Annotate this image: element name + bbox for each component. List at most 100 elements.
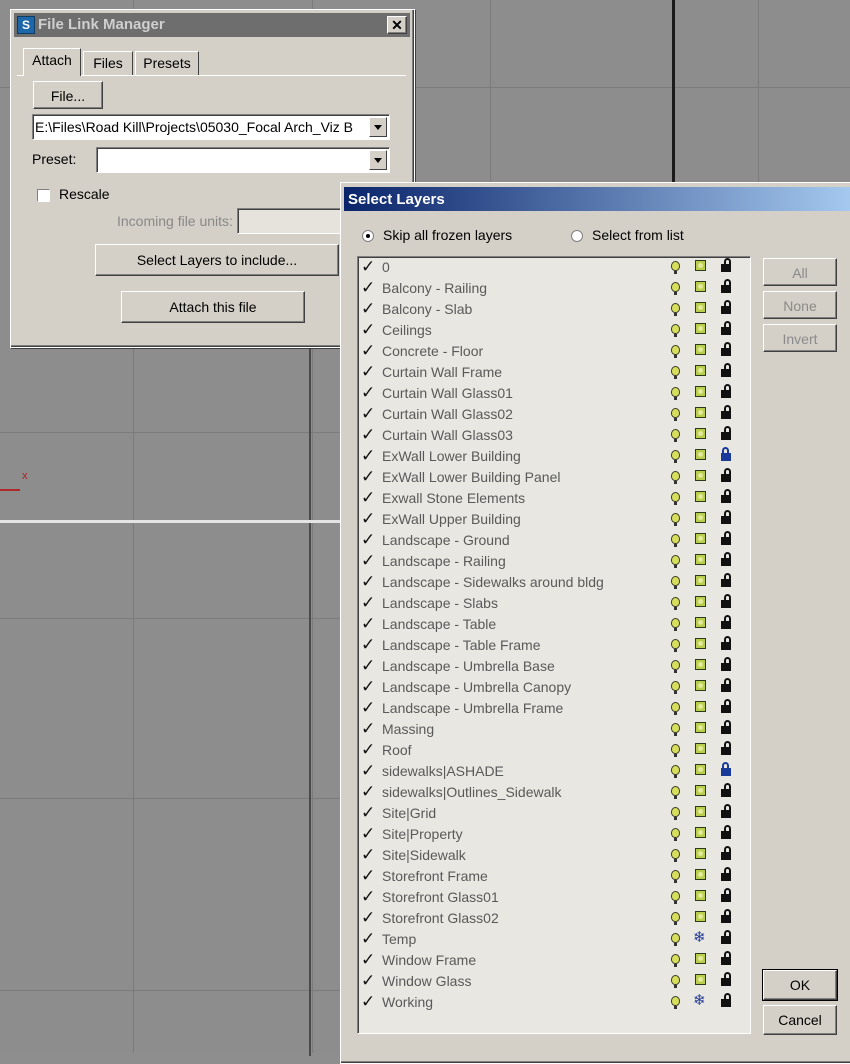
app-icon: S bbox=[17, 16, 35, 34]
lock-closed-icon bbox=[721, 447, 731, 461]
rescale-checkbox[interactable] bbox=[37, 189, 50, 202]
invert-button[interactable]: Invert bbox=[763, 324, 837, 352]
checkmark-icon: ✓ bbox=[361, 278, 376, 297]
lightbulb-icon bbox=[671, 681, 680, 694]
sun-icon bbox=[695, 701, 706, 712]
list-item[interactable]: ✓ Site|Grid bbox=[358, 803, 748, 824]
viewport-divider bbox=[309, 346, 311, 1056]
tab-label: Presets bbox=[143, 55, 191, 71]
lightbulb-icon bbox=[671, 555, 680, 568]
lock-open-icon bbox=[721, 363, 731, 377]
list-item[interactable]: ✓ Storefront Glass01 bbox=[358, 887, 748, 908]
incoming-units-field[interactable] bbox=[237, 208, 347, 234]
list-item[interactable]: ✓ ExWall Lower Building Panel bbox=[358, 467, 748, 488]
list-item[interactable]: ✓ Curtain Wall Glass03 bbox=[358, 425, 748, 446]
list-item[interactable]: ✓ Site|Property bbox=[358, 824, 748, 845]
sun-icon bbox=[695, 386, 706, 397]
sun-icon bbox=[695, 911, 706, 922]
list-item[interactable]: ✓ Landscape - Railing bbox=[358, 551, 748, 572]
list-item[interactable]: ✓ Storefront Glass02 bbox=[358, 908, 748, 929]
list-item[interactable]: ✓ Ceilings bbox=[358, 320, 748, 341]
list-item[interactable]: ✓ Roof bbox=[358, 740, 748, 761]
list-item[interactable]: ✓ Curtain Wall Frame bbox=[358, 362, 748, 383]
list-item[interactable]: ✓ Landscape - Ground bbox=[358, 530, 748, 551]
list-item[interactable]: ✓ Site|Sidewalk bbox=[358, 845, 748, 866]
none-button[interactable]: None bbox=[763, 291, 837, 319]
list-item[interactable]: ✓ Exwall Stone Elements bbox=[358, 488, 748, 509]
skip-frozen-radio[interactable] bbox=[362, 230, 374, 242]
checkmark-icon: ✓ bbox=[361, 257, 376, 276]
lock-open-icon bbox=[721, 909, 731, 923]
list-item[interactable]: ✓ Landscape - Sidewalks around bldg bbox=[358, 572, 748, 593]
sun-icon bbox=[695, 974, 706, 985]
list-item[interactable]: ✓ Landscape - Umbrella Canopy bbox=[358, 677, 748, 698]
list-item[interactable]: ✓ Storefront Frame bbox=[358, 866, 748, 887]
file-path-combo[interactable]: E:\Files\Road Kill\Projects\05030_Focal … bbox=[32, 114, 390, 140]
layer-name: Site|Sidewalk bbox=[382, 847, 466, 863]
list-item[interactable]: ✓ ExWall Upper Building bbox=[358, 509, 748, 530]
chevron-down-icon[interactable] bbox=[369, 117, 387, 137]
cancel-button[interactable]: Cancel bbox=[763, 1005, 837, 1035]
all-button[interactable]: All bbox=[763, 258, 837, 286]
list-item[interactable]: ✓ Concrete - Floor bbox=[358, 341, 748, 362]
layer-list[interactable]: ✓ 0 ✓ Balcony - Railing ✓ Balcony - Slab ✓ Ceil… bbox=[357, 256, 751, 1034]
sun-icon bbox=[695, 344, 706, 355]
list-item[interactable]: ✓ 0 bbox=[358, 257, 748, 278]
list-item[interactable]: ✓ Landscape - Slabs bbox=[358, 593, 748, 614]
select-from-list-label: Select from list bbox=[592, 227, 684, 243]
list-item[interactable]: ✓ Landscape - Umbrella Frame bbox=[358, 698, 748, 719]
sun-icon bbox=[695, 260, 706, 271]
checkmark-icon: ✓ bbox=[361, 551, 376, 570]
list-item[interactable]: ✓ sidewalks|Outlines_Sidewalk bbox=[358, 782, 748, 803]
tab-presets[interactable]: Presets bbox=[135, 51, 199, 75]
title-bar[interactable]: S File Link Manager ✕ bbox=[14, 13, 410, 37]
list-item[interactable]: ✓ sidewalks|ASHADE bbox=[358, 761, 748, 782]
layer-name: Landscape - Table bbox=[382, 616, 497, 632]
select-from-list-radio[interactable] bbox=[571, 230, 583, 242]
checkmark-icon: ✓ bbox=[361, 320, 376, 339]
list-item[interactable]: ✓ Temp ❄ bbox=[358, 929, 748, 950]
attach-file-button[interactable]: Attach this file bbox=[121, 291, 305, 323]
lock-open-icon bbox=[721, 468, 731, 482]
file-button[interactable]: File... bbox=[33, 81, 103, 109]
tab-label: Files bbox=[93, 55, 123, 71]
tab-attach[interactable]: Attach bbox=[23, 48, 81, 76]
list-item[interactable]: ✓ Window Frame bbox=[358, 950, 748, 971]
ok-button[interactable]: OK bbox=[762, 969, 838, 1001]
checkmark-icon: ✓ bbox=[361, 635, 376, 654]
lightbulb-icon bbox=[671, 786, 680, 799]
list-item[interactable]: ✓ Curtain Wall Glass01 bbox=[358, 383, 748, 404]
checkmark-icon: ✓ bbox=[361, 866, 376, 885]
lightbulb-icon bbox=[671, 450, 680, 463]
select-layers-button[interactable]: Select Layers to include... bbox=[95, 244, 339, 276]
lightbulb-icon bbox=[671, 996, 680, 1009]
checkmark-icon: ✓ bbox=[361, 341, 376, 360]
tab-files[interactable]: Files bbox=[83, 51, 133, 75]
checkmark-icon: ✓ bbox=[361, 530, 376, 549]
list-item[interactable]: ✓ Landscape - Umbrella Base bbox=[358, 656, 748, 677]
list-item[interactable]: ✓ Massing bbox=[358, 719, 748, 740]
list-item[interactable]: ✓ Working ❄ bbox=[358, 992, 748, 1013]
preset-combo[interactable] bbox=[96, 147, 390, 173]
file-path-value: E:\Files\Road Kill\Projects\05030_Focal … bbox=[35, 119, 354, 135]
lightbulb-icon bbox=[671, 471, 680, 484]
sun-icon bbox=[695, 575, 706, 586]
preset-label: Preset: bbox=[32, 151, 77, 167]
list-item[interactable]: ✓ Landscape - Table bbox=[358, 614, 748, 635]
title-bar[interactable]: Select Layers bbox=[344, 187, 850, 211]
sun-icon bbox=[695, 953, 706, 964]
list-item[interactable]: ✓ Landscape - Table Frame bbox=[358, 635, 748, 656]
list-item[interactable]: ✓ ExWall Lower Building bbox=[358, 446, 748, 467]
lock-open-icon bbox=[721, 342, 731, 356]
list-item[interactable]: ✓ Window Glass bbox=[358, 971, 748, 992]
lock-open-icon bbox=[721, 384, 731, 398]
lock-open-icon bbox=[721, 825, 731, 839]
close-button[interactable]: ✕ bbox=[387, 16, 407, 34]
lock-closed-icon bbox=[721, 762, 731, 776]
list-item[interactable]: ✓ Balcony - Railing bbox=[358, 278, 748, 299]
chevron-down-icon[interactable] bbox=[369, 150, 387, 170]
sun-icon bbox=[695, 659, 706, 670]
list-item[interactable]: ✓ Balcony - Slab bbox=[358, 299, 748, 320]
list-item[interactable]: ✓ Curtain Wall Glass02 bbox=[358, 404, 748, 425]
lightbulb-icon bbox=[671, 513, 680, 526]
